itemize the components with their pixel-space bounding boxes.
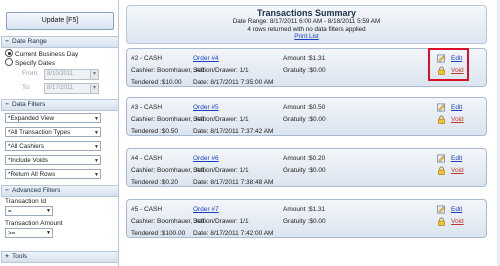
transaction-date: Date: 8/17/2011 7:38:48 AM <box>193 179 274 186</box>
summary-title: Transactions Summary <box>256 8 357 18</box>
transaction-type: #2 - CASH <box>131 55 163 62</box>
to-label: To: <box>22 84 31 91</box>
radio-selected-icon[interactable] <box>5 49 13 57</box>
print-list-link[interactable]: Print List <box>127 33 486 41</box>
dropdown-arrow-icon: ▼ <box>94 130 99 136</box>
gratuity: Gratuity :$0.00 <box>283 167 326 174</box>
padlock-icon[interactable] <box>437 217 446 226</box>
dropdown-arrow-icon: ▼ <box>94 116 99 122</box>
advanced-filters-header[interactable]: − Advanced Filters <box>1 185 119 197</box>
expand-icon[interactable]: + <box>2 252 12 262</box>
transaction-date: Date: 8/17/2011 7:37:42 AM <box>193 128 274 135</box>
station-drawer: Station/Drawer: 1/1 <box>193 67 249 74</box>
collapse-icon[interactable]: − <box>2 186 12 196</box>
filter-panel: Update [F5] − Date Range Current Business… <box>0 0 119 266</box>
edit-icon[interactable] <box>437 103 446 112</box>
void-link[interactable]: Void <box>451 116 464 123</box>
dropdown-arrow-icon: ▼ <box>46 230 51 236</box>
cashier-select[interactable]: *All Cashiers ▼ <box>5 141 101 151</box>
radio-specify-dates[interactable]: Specify Dates <box>5 58 55 68</box>
transactions-summary: Transactions Summary Date Range: 8/17/20… <box>126 5 487 44</box>
calendar-icon[interactable]: ▾ <box>90 69 99 80</box>
void-link[interactable]: Void <box>451 218 464 225</box>
tendered-amount: Tendered :$0.20 <box>131 179 178 186</box>
tendered-amount: Tendered :$100.00 <box>131 230 186 237</box>
transaction-card: #5 - CASH Order #7 Amount :$1.31 Cashier: B… <box>126 199 487 238</box>
gratuity: Gratuity :$0.00 <box>283 218 326 225</box>
transaction-id-label: Transaction Id <box>5 198 46 205</box>
transaction-amount: Amount :$0.50 <box>283 104 326 111</box>
voids-select[interactable]: *Include Voids ▼ <box>5 155 101 165</box>
order-link[interactable]: Order #7 <box>193 206 219 213</box>
tendered-amount: Tendered :$0.50 <box>131 128 178 135</box>
from-date-input[interactable]: 8/10/2011 <box>44 69 92 80</box>
date-range-header[interactable]: − Date Range <box>1 36 119 48</box>
update-button[interactable]: Update [F5] <box>6 12 114 30</box>
station-drawer: Station/Drawer: 1/1 <box>193 218 249 225</box>
collapse-icon[interactable]: − <box>2 100 12 110</box>
tendered-amount: Tendered :$10.00 <box>131 79 182 86</box>
summary-date-range: Date Range: 8/17/2011 6:00 AM - 8/18/201… <box>232 18 381 25</box>
transaction-amount: Amount :$1.31 <box>283 206 326 213</box>
padlock-icon[interactable] <box>437 115 446 124</box>
order-link[interactable]: Order #5 <box>193 104 219 111</box>
dropdown-arrow-icon: ▼ <box>94 172 99 178</box>
from-label: From: <box>22 70 39 77</box>
edit-icon[interactable] <box>437 154 446 163</box>
data-filters-header[interactable]: − Data Filters <box>1 99 119 111</box>
to-date-input[interactable]: 8/17/2011 <box>44 83 92 94</box>
station-drawer: Station/Drawer: 1/1 <box>193 116 249 123</box>
view-select[interactable]: *Expanded View ▼ <box>5 113 101 123</box>
station-drawer: Station/Drawer: 1/1 <box>193 167 249 174</box>
padlock-icon[interactable] <box>437 166 446 175</box>
transaction-amount-operator[interactable]: >= ▼ <box>5 228 53 238</box>
rows-select[interactable]: *Return All Rows ▼ <box>5 169 101 179</box>
transaction-type-select[interactable]: *All Transaction Types ▼ <box>5 127 101 137</box>
transaction-type: #3 - CASH <box>131 104 163 111</box>
dropdown-arrow-icon: ▼ <box>94 158 99 164</box>
transaction-card: #3 - CASH Order #5 Amount :$0.50 Cashier: B… <box>126 97 487 136</box>
dropdown-arrow-icon: ▼ <box>46 208 51 214</box>
transaction-amount: Amount :$1.31 <box>283 55 326 62</box>
order-link[interactable]: Order #6 <box>193 155 219 162</box>
transaction-type: #4 - CASH <box>131 155 163 162</box>
tools-header[interactable]: + Tools <box>1 251 119 263</box>
gratuity: Gratuity :$0.00 <box>283 67 326 74</box>
dropdown-arrow-icon: ▼ <box>94 144 99 150</box>
gratuity: Gratuity :$0.00 <box>283 116 326 123</box>
edit-link[interactable]: Edit <box>451 206 462 213</box>
radio-unselected-icon[interactable] <box>5 58 13 66</box>
transaction-id-operator[interactable]: = ▼ <box>5 206 53 216</box>
transaction-type: #5 - CASH <box>131 206 163 213</box>
collapse-icon[interactable]: − <box>2 37 12 47</box>
transaction-amount-label: Transaction Amount <box>5 220 63 227</box>
edit-link[interactable]: Edit <box>451 104 462 111</box>
transaction-date: Date: 8/17/2011 7:42:00 AM <box>193 230 274 237</box>
edit-icon[interactable] <box>437 205 446 214</box>
transaction-date: Date: 8/17/2011 7:35:00 AM <box>193 79 274 86</box>
void-link[interactable]: Void <box>451 167 464 174</box>
highlight-box <box>428 48 469 81</box>
calendar-icon[interactable]: ▾ <box>90 83 99 94</box>
order-link[interactable]: Order #4 <box>193 55 219 62</box>
transaction-card: #4 - CASH Order #6 Amount :$0.20 Cashier: B… <box>126 148 487 187</box>
transaction-amount: Amount :$0.20 <box>283 155 326 162</box>
edit-link[interactable]: Edit <box>451 155 462 162</box>
summary-rows-info: 4 rows returned with no data filters app… <box>247 25 366 33</box>
